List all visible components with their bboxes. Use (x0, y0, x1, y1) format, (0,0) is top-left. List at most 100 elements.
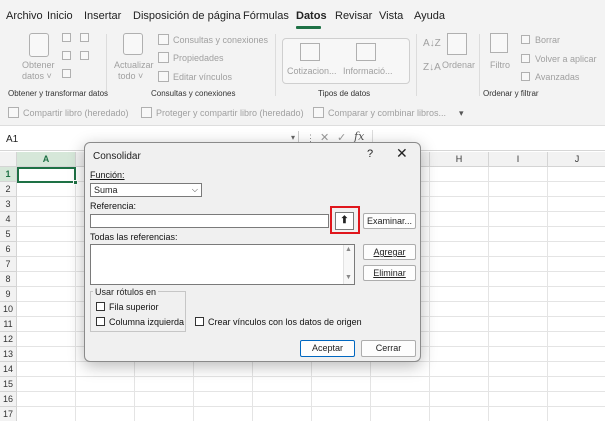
group-label-obtener: Obtener y transformar datos (8, 89, 109, 98)
usar-rotulos-legend: Usar rótulos en (93, 287, 159, 297)
sort-za-icon[interactable]: Z↓A (423, 62, 441, 73)
group-label-consultas: Consultas y conexiones (151, 89, 236, 98)
ribbon-separator (479, 34, 480, 96)
existing-connections-icon[interactable] (62, 69, 71, 78)
borrar-button[interactable]: Borrar (535, 35, 560, 45)
share-workbook-bar: Compartir libro (heredado) Proteger y co… (0, 100, 605, 126)
menu-bar: Archivo Inicio Insertar Disposición de p… (0, 0, 605, 30)
recent-sources-icon[interactable] (80, 51, 89, 60)
menu-revisar[interactable]: Revisar (335, 10, 372, 22)
compartir-libro-button[interactable]: Compartir libro (heredado) (23, 108, 129, 118)
active-cell-a1[interactable] (17, 167, 78, 185)
row-header-5[interactable]: 5 (0, 227, 17, 242)
row-header-17[interactable]: 17 (0, 407, 17, 421)
active-tab-indicator (296, 26, 321, 29)
row-header-16[interactable]: 16 (0, 392, 17, 407)
row-header-2[interactable]: 2 (0, 182, 17, 197)
row-header-12[interactable]: 12 (0, 332, 17, 347)
comparar-libros-button[interactable]: Comparar y combinar libros... (328, 108, 446, 118)
column-header-h[interactable]: H (430, 152, 489, 167)
row-header-15[interactable]: 15 (0, 377, 17, 392)
todas-referencias-list[interactable]: ▲ ▼ (90, 244, 355, 285)
agregar-button[interactable]: Agregar (363, 244, 416, 260)
menu-insertar[interactable]: Insertar (84, 10, 121, 22)
menu-ayuda[interactable]: Ayuda (414, 10, 445, 22)
ordenar-button[interactable]: Ordenar (442, 60, 475, 70)
table-range-icon[interactable] (62, 51, 71, 60)
funcion-value: Suma (94, 185, 118, 195)
eliminar-button[interactable]: Eliminar (363, 265, 416, 281)
sort-az-icon[interactable]: A↓Z (423, 38, 441, 49)
menu-archivo[interactable]: Archivo (6, 10, 43, 22)
row-header-13[interactable]: 13 (0, 347, 17, 362)
help-icon[interactable]: ? (367, 148, 373, 160)
name-box-dropdown-icon[interactable]: ▾ (291, 133, 295, 142)
share-icon (8, 107, 19, 118)
row-header-3[interactable]: 3 (0, 197, 17, 212)
aceptar-button[interactable]: Aceptar (300, 340, 355, 357)
protect-icon (141, 107, 152, 118)
row-header-9[interactable]: 9 (0, 287, 17, 302)
crear-vinculos-checkbox[interactable] (195, 317, 204, 326)
actualizar-label-2[interactable]: todo ˅ (118, 71, 143, 81)
proteger-libro-button[interactable]: Proteger y compartir libro (heredado) (156, 108, 304, 118)
column-header-j[interactable]: J (548, 152, 605, 167)
row-header-8[interactable]: 8 (0, 272, 17, 287)
list-scrollbar[interactable]: ▲ ▼ (343, 245, 354, 284)
menu-inicio[interactable]: Inicio (47, 10, 73, 22)
select-all-corner[interactable] (0, 152, 17, 167)
filtro-button[interactable]: Filtro (490, 60, 510, 70)
row-header-4[interactable]: 4 (0, 212, 17, 227)
examinar-button[interactable]: Examinar... (363, 213, 416, 229)
todas-referencias-label: Todas las referencias: (90, 232, 178, 242)
row-header-7[interactable]: 7 (0, 257, 17, 272)
queries-icon (158, 34, 169, 45)
scroll-up-icon[interactable]: ▲ (345, 246, 352, 253)
name-box[interactable]: A1 (6, 134, 18, 145)
row-header-11[interactable]: 11 (0, 317, 17, 332)
menu-disposicion[interactable]: Disposición de página (133, 10, 241, 22)
column-header-a[interactable]: A (17, 152, 76, 167)
fila-superior-checkbox[interactable] (96, 302, 105, 311)
grid-column-line (488, 167, 489, 421)
column-header-i[interactable]: I (489, 152, 548, 167)
scroll-down-icon[interactable]: ▼ (345, 274, 352, 281)
obtener-datos-label-2[interactable]: datos ˅ (22, 71, 52, 81)
referencia-input[interactable] (90, 214, 329, 228)
menu-vista[interactable]: Vista (379, 10, 403, 22)
text-file-icon[interactable] (62, 33, 71, 42)
consultas-conexiones-button[interactable]: Consultas y conexiones (173, 35, 268, 45)
avanzadas-button[interactable]: Avanzadas (535, 72, 579, 82)
fill-handle[interactable] (73, 180, 78, 185)
close-icon[interactable]: ✕ (396, 146, 408, 160)
database-icon (29, 33, 49, 57)
funcion-select[interactable]: Suma ⌵ (90, 183, 202, 197)
web-icon[interactable] (80, 33, 89, 42)
fila-superior-label[interactable]: Fila superior (109, 302, 159, 312)
row-header-6[interactable]: 6 (0, 242, 17, 257)
columna-izquierda-label[interactable]: Columna izquierda (109, 317, 184, 327)
informacion-button[interactable]: Informació... (343, 66, 393, 76)
crear-vinculos-label[interactable]: Crear vínculos con los datos de origen (208, 317, 362, 327)
edit-links-icon (158, 71, 169, 82)
cotizacion-button[interactable]: Cotizacion... (287, 66, 337, 76)
menu-datos[interactable]: Datos (296, 10, 327, 22)
editar-vinculos-button[interactable]: Editar vínculos (173, 72, 232, 82)
row-header-1[interactable]: 1 (0, 167, 17, 182)
volver-aplicar-button[interactable]: Volver a aplicar (535, 54, 597, 64)
actualizar-label-1[interactable]: Actualizar (114, 60, 154, 70)
columna-izquierda-checkbox[interactable] (96, 317, 105, 326)
obtener-datos-label-1[interactable]: Obtener (22, 60, 55, 70)
advanced-filter-icon (521, 72, 530, 81)
row-header-10[interactable]: 10 (0, 302, 17, 317)
cerrar-button[interactable]: Cerrar (361, 340, 416, 357)
grid-column-line (547, 167, 548, 421)
row-header-14[interactable]: 14 (0, 362, 17, 377)
propiedades-button[interactable]: Propiedades (173, 53, 224, 63)
grid-column-line (429, 167, 430, 421)
menu-formulas[interactable]: Fórmulas (243, 10, 289, 22)
refresh-icon (123, 33, 143, 55)
funcion-label: Función: (90, 170, 125, 180)
customize-bar-icon[interactable]: ▾ (459, 108, 464, 119)
geography-icon (356, 43, 376, 61)
